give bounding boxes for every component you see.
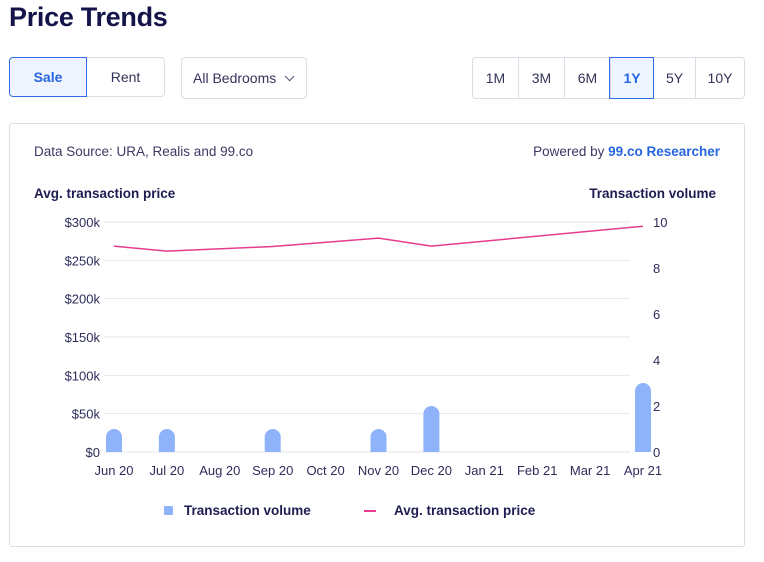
- x-tick-label: Apr 21: [624, 463, 662, 478]
- right-tick-label: 0: [653, 445, 660, 460]
- left-tick-label: $250k: [65, 253, 101, 268]
- price-line: [113, 225, 644, 252]
- legend-label-volume: Transaction volume: [184, 503, 311, 518]
- volume-bar: [264, 429, 281, 452]
- legend-line-icon: [364, 509, 376, 512]
- x-tick-label: Oct 20: [306, 463, 344, 478]
- x-tick-label: Dec 20: [411, 463, 452, 478]
- legend-item-price[interactable]: Avg. transaction price: [364, 503, 535, 518]
- left-tick-label: $100k: [65, 368, 101, 383]
- right-tick-label: 8: [653, 261, 660, 276]
- x-tick-label: Jul 20: [150, 463, 185, 478]
- x-tick-label: Mar 21: [570, 463, 610, 478]
- right-tick-label: 4: [653, 353, 660, 368]
- left-tick-label: $200k: [65, 292, 101, 307]
- right-tick-label: 10: [653, 215, 667, 230]
- left-tick-label: $50k: [72, 407, 101, 422]
- left-tick-label: $300k: [65, 215, 101, 230]
- range-1y-button[interactable]: 1Y: [609, 57, 654, 99]
- legend-label-price: Avg. transaction price: [394, 503, 536, 518]
- volume-bar: [423, 406, 440, 452]
- left-tick-label: $150k: [65, 330, 101, 345]
- x-tick-label: Jan 21: [465, 463, 504, 478]
- x-tick-label: Sep 20: [252, 463, 293, 478]
- x-tick-label: Jun 20: [94, 463, 133, 478]
- legend-square-icon: [164, 506, 173, 515]
- left-tick-label: $0: [86, 445, 100, 460]
- volume-bar: [106, 429, 122, 452]
- volume-bar: [158, 429, 175, 452]
- right-tick-label: 6: [653, 307, 660, 322]
- x-tick-label: Nov 20: [358, 463, 399, 478]
- volume-bar: [635, 383, 651, 452]
- legend-item-volume[interactable]: Transaction volume: [164, 503, 311, 518]
- volume-bar: [370, 429, 387, 452]
- x-tick-label: Feb 21: [517, 463, 557, 478]
- right-tick-label: 2: [653, 399, 660, 414]
- x-tick-label: Aug 20: [199, 463, 240, 478]
